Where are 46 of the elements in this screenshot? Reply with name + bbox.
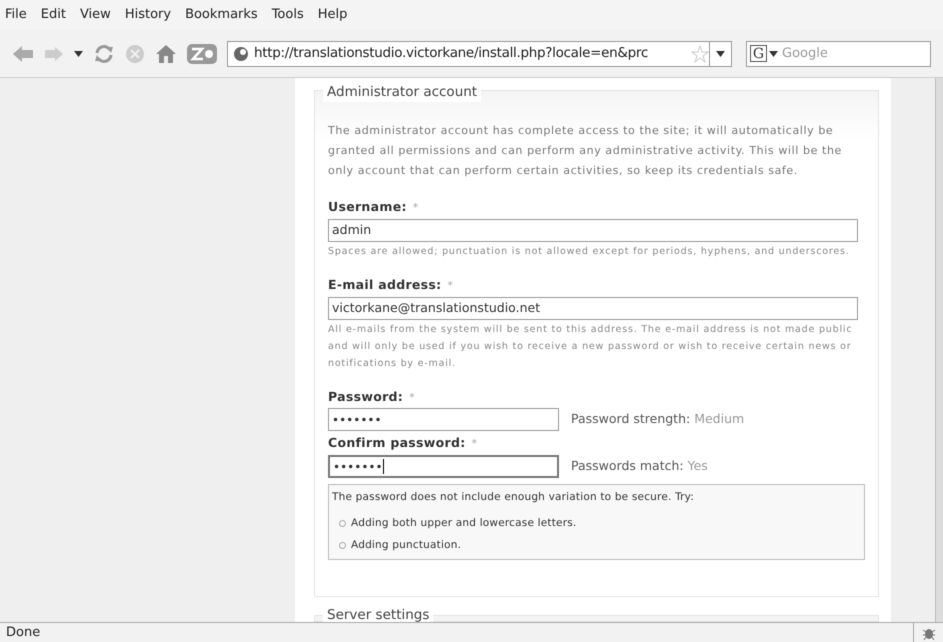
home-icon[interactable] bbox=[155, 44, 177, 64]
field-label: E-mail address: bbox=[328, 276, 442, 294]
address-bar[interactable]: http://translationstudio.victorkane/install.php?locale=en&prc bbox=[227, 40, 732, 66]
required-mark: * bbox=[409, 390, 415, 406]
menu-item[interactable]: Tools bbox=[272, 5, 304, 25]
url-text: http://translationstudio.victorkane/install.php?locale=en&prc bbox=[254, 44, 649, 64]
password-status: Password strength: Medium bbox=[571, 410, 744, 428]
caret-icon[interactable] bbox=[74, 50, 83, 56]
search-engine-button[interactable]: G bbox=[750, 45, 767, 62]
menu-item[interactable]: Help bbox=[318, 5, 348, 25]
status-text: Done bbox=[5, 624, 42, 642]
star-icon[interactable] bbox=[691, 44, 709, 62]
input-field[interactable]: ••••••• bbox=[328, 455, 559, 478]
required-mark: * bbox=[412, 200, 418, 216]
input-field[interactable]: victorkane@translationstudio.net bbox=[328, 296, 858, 320]
scrollbar[interactable] bbox=[935, 78, 943, 622]
forward-icon[interactable] bbox=[44, 46, 64, 62]
search-field[interactable]: G Google bbox=[746, 40, 931, 66]
menu-item[interactable]: Bookmarks bbox=[185, 5, 258, 25]
advice-item: Adding both upper and lowercase letters. bbox=[351, 516, 576, 531]
reload-icon[interactable] bbox=[93, 44, 115, 64]
back-icon[interactable] bbox=[12, 44, 34, 62]
required-mark: * bbox=[447, 278, 453, 294]
caret-icon[interactable] bbox=[769, 50, 778, 56]
search-placeholder: Google bbox=[782, 44, 828, 63]
field-help: Spaces are allowed; punctuation is not allowed except for periods, hyphens, and underscores. bbox=[328, 244, 851, 259]
stop-icon[interactable] bbox=[125, 44, 145, 64]
menu-item[interactable]: History bbox=[124, 5, 172, 25]
menu-item[interactable]: File bbox=[5, 5, 27, 25]
field-label: Password: bbox=[328, 388, 404, 406]
menu-item[interactable]: Edit bbox=[40, 5, 66, 25]
input-field[interactable]: admin bbox=[328, 218, 858, 242]
advice-title: The password does not include enough variation to be secure. Try: bbox=[332, 490, 696, 505]
required-mark: * bbox=[472, 436, 478, 452]
bullet-icon bbox=[339, 520, 346, 528]
fieldset-legend: Server settings bbox=[323, 607, 434, 622]
field-help: All e-mails from the system will be sent to this address. The e-mail address is not made public and will only be used if you wish to receive a new password or wish to receive certain news or notifications by e-mail. bbox=[328, 322, 854, 370]
dropdown-icon[interactable] bbox=[716, 50, 725, 56]
field-label: Username: bbox=[328, 198, 407, 216]
fieldset-description: The administrator account has complete access to the site; it will automatically be granted all permissions and can perform any administrative activity. This will be the only account that can perform certain activities, so keep its credentials safe. bbox=[328, 123, 843, 179]
bullet-icon bbox=[339, 542, 346, 549]
advice-item: Adding punctuation. bbox=[351, 538, 462, 552]
password-status: Passwords match: Yes bbox=[571, 457, 708, 476]
menu-item[interactable]: View bbox=[80, 5, 111, 25]
input-field[interactable]: ••••••• bbox=[328, 408, 559, 432]
field-label: Confirm password: bbox=[328, 434, 466, 452]
